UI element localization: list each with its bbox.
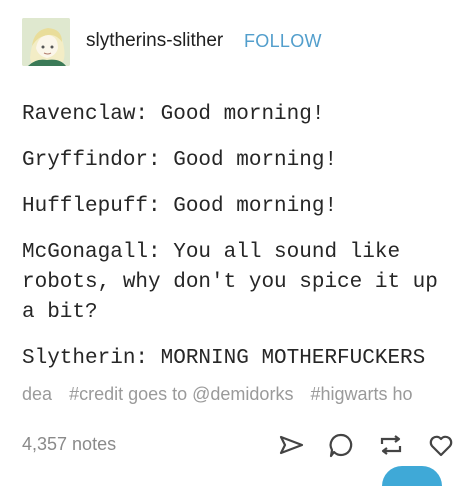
post-line-hufflepuff: Hufflepuff: Good morning! bbox=[22, 195, 338, 218]
reply-icon[interactable] bbox=[326, 430, 356, 460]
post-tags: dea #credit goes to @demidorks #higwarts… bbox=[22, 384, 474, 410]
reblog-icon[interactable] bbox=[376, 430, 406, 460]
post-line-mcgonagall: McGonagall: You all sound like robots, w… bbox=[22, 241, 438, 324]
blog-name[interactable]: slytherins-slither bbox=[86, 30, 223, 52]
post-actions bbox=[276, 430, 456, 460]
share-icon[interactable] bbox=[276, 430, 306, 460]
tag[interactable]: dea bbox=[22, 384, 52, 404]
floating-action-tab[interactable] bbox=[382, 466, 442, 486]
post-body: Ravenclaw: Good morning! Gryffindor: Goo… bbox=[22, 100, 462, 390]
post-line-ravenclaw: Ravenclaw: Good morning! bbox=[22, 103, 325, 126]
like-icon[interactable] bbox=[426, 430, 456, 460]
post-line-slytherin: Slytherin: MORNING MOTHERFUCKERS bbox=[22, 347, 426, 370]
tags-fade-overlay bbox=[434, 384, 474, 410]
tag[interactable]: #higwarts ho bbox=[310, 384, 412, 404]
post-line-gryffindor: Gryffindor: Good morning! bbox=[22, 149, 338, 172]
follow-button[interactable]: FOLLOW bbox=[244, 31, 322, 52]
post-header: slytherins-slither FOLLOW bbox=[0, 0, 474, 90]
blog-avatar[interactable] bbox=[22, 18, 70, 66]
notes-count[interactable]: 4,357 notes bbox=[22, 434, 116, 455]
tag[interactable]: #credit goes to @demidorks bbox=[69, 384, 293, 404]
avatar-image bbox=[22, 18, 70, 66]
